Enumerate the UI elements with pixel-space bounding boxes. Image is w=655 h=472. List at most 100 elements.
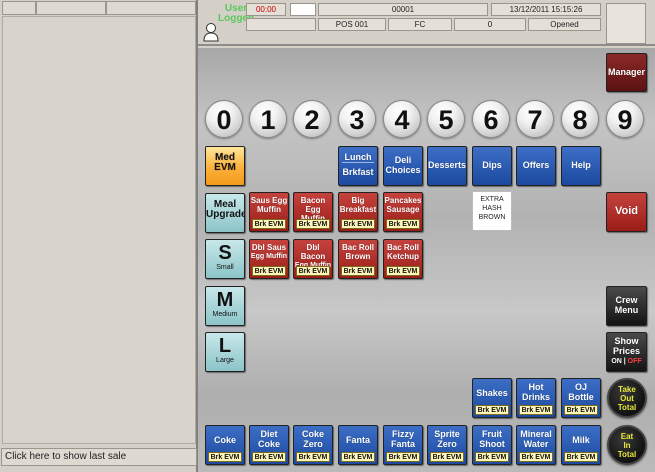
menu-area: 0 1 2 3 4 5 6 7 8 9 Manager Med EVM Lunc…: [198, 48, 655, 472]
item-line1: Fanta: [345, 435, 370, 445]
extra-hash-brown-button[interactable]: EXTRA HASH BROWN: [472, 191, 512, 231]
lunch-label: Lunch: [342, 147, 374, 163]
show-last-sale-button[interactable]: Click here to show last sale: [1, 448, 197, 466]
item-line1: Diet: [260, 429, 278, 439]
item-line2: Breakfast: [339, 205, 377, 214]
size-medium-button[interactable]: M Medium: [205, 286, 245, 326]
big-breakfast-button[interactable]: Big Breakfast Brk EVM: [338, 192, 378, 232]
dbl-saus-egg-muffin-button[interactable]: Dbl Saus Egg Muffin Brk EVM: [249, 239, 289, 279]
item-line1: Bac Roll: [386, 243, 419, 252]
fanta-button[interactable]: Fanta Brk EVM: [338, 425, 378, 465]
item-tag: Brk EVM: [252, 452, 286, 462]
num-5-button[interactable]: 5: [427, 100, 465, 138]
pancakes-sausage-button[interactable]: Pancakes Sausage Brk EVM: [383, 192, 423, 232]
order-list[interactable]: [2, 16, 196, 444]
offers-label: Offers: [522, 160, 550, 170]
offers-button[interactable]: Offers: [516, 146, 556, 186]
size-large-letter: L: [218, 335, 232, 357]
mineral-water-button[interactable]: Mineral Water Brk EVM: [516, 425, 556, 465]
order-state: Opened: [528, 18, 601, 31]
show-prices-toggle: ON | OFF: [607, 356, 646, 367]
bac-roll-ketchup-button[interactable]: Bac Roll Ketchup Brk EVM: [383, 239, 423, 279]
bacon-egg-muffin-button[interactable]: Bacon Egg Muffin Brk EVM: [293, 192, 333, 232]
void-button[interactable]: Void: [606, 192, 647, 232]
meal-upgrade-button[interactable]: Meal Upgrade: [205, 193, 245, 233]
num-0-button[interactable]: 0: [205, 100, 243, 138]
num-7-button[interactable]: 7: [516, 100, 554, 138]
pos-id: POS 001: [318, 18, 386, 31]
size-small-label: Small: [216, 264, 234, 271]
item-count: 0: [454, 18, 526, 31]
item-line1: Dbl Bacon: [300, 243, 326, 261]
oj-bottle-button[interactable]: OJ Bottle Brk EVM: [561, 378, 601, 418]
size-large-button[interactable]: L Large: [205, 332, 245, 372]
item-tag: Brk EVM: [341, 266, 375, 276]
med-evm-button[interactable]: Med EVM: [205, 146, 245, 186]
item-tag: Brk EVM: [475, 452, 509, 462]
crew-menu-button[interactable]: Crew Menu: [606, 286, 647, 326]
take-out-total-button[interactable]: Take Out Total: [607, 378, 647, 418]
item-line1: Saus Egg: [250, 196, 288, 205]
item-tag: Brk EVM: [519, 405, 553, 415]
num-2-button[interactable]: 2: [293, 100, 331, 138]
deli-choices-button[interactable]: Deli Choices: [383, 146, 423, 186]
num-4-button[interactable]: 4: [383, 100, 421, 138]
sprite-zero-button[interactable]: Sprite Zero Brk EVM: [427, 425, 467, 465]
fizzy-fanta-button[interactable]: Fizzy Fanta Brk EVM: [383, 425, 423, 465]
item-line1: Mineral: [520, 429, 552, 439]
item-tag: Brk EVM: [519, 452, 553, 462]
desserts-label: Desserts: [428, 160, 467, 170]
help-button[interactable]: Help: [561, 146, 601, 186]
coke-button[interactable]: Coke Brk EVM: [205, 425, 245, 465]
num-6-button[interactable]: 6: [472, 100, 510, 138]
saus-egg-muffin-button[interactable]: Saus Egg Muffin Brk EVM: [249, 192, 289, 232]
order-list-header: [2, 1, 196, 15]
item-line1: OJ: [574, 382, 587, 392]
bac-roll-brown-button[interactable]: Bac Roll Brown Brk EVM: [338, 239, 378, 279]
dips-label: Dips: [482, 160, 502, 170]
extra-line3: BROWN: [478, 214, 506, 221]
dbl-bacon-egg-muffin-button[interactable]: Dbl Bacon Egg Muffin Brk EVM: [293, 239, 333, 279]
item-line1: Sprite: [434, 429, 460, 439]
manager-button[interactable]: Manager: [606, 53, 647, 92]
desserts-button[interactable]: Desserts: [427, 146, 467, 186]
item-line1: Bacon Egg: [300, 196, 326, 214]
lunch-brkfast-button[interactable]: Lunch Brkfast: [338, 146, 378, 186]
hot-drinks-button[interactable]: Hot Drinks Brk EVM: [516, 378, 556, 418]
crew-line2: Menu: [614, 305, 639, 315]
med-evm-line2: EVM: [214, 162, 236, 173]
eat-in-total-button[interactable]: Eat In Total: [607, 425, 647, 465]
item-line2: Zero: [303, 439, 323, 449]
blank-field: [246, 18, 316, 31]
dips-button[interactable]: Dips: [472, 146, 512, 186]
num-8-button[interactable]: 8: [561, 100, 599, 138]
med-evm-line1: Med: [215, 152, 235, 163]
coke-zero-button[interactable]: Coke Zero Brk EVM: [293, 425, 333, 465]
item-tag: Brk EVM: [208, 452, 242, 462]
help-label: Help: [571, 160, 591, 170]
status-bar: User Logged 00:00 00001 13/12/2011 15:15…: [198, 0, 655, 46]
item-line2: Fanta: [390, 439, 415, 449]
show-line1: Show: [614, 336, 639, 346]
mode: FC: [388, 18, 452, 31]
item-line1: Pancakes: [384, 196, 422, 205]
fruit-shoot-button[interactable]: Fruit Shoot Brk EVM: [472, 425, 512, 465]
item-line2: Zero: [437, 439, 457, 449]
item-line1: Fruit: [482, 429, 502, 439]
size-large-label: Large: [216, 357, 234, 364]
milk-button[interactable]: Milk Brk EVM: [561, 425, 601, 465]
size-small-letter: S: [218, 242, 232, 264]
item-tag: Brk EVM: [386, 266, 420, 276]
num-9-button[interactable]: 9: [606, 100, 644, 138]
item-line2: Shoot: [479, 439, 505, 449]
item-line1: Big: [351, 196, 365, 205]
num-1-button[interactable]: 1: [249, 100, 287, 138]
show-prices-button[interactable]: Show Prices ON | OFF: [606, 332, 647, 372]
item-line2: Bottle: [568, 392, 594, 402]
show-line2: Prices: [612, 346, 641, 356]
size-small-button[interactable]: S Small: [205, 239, 245, 279]
toggle-off: OFF: [627, 358, 642, 365]
shakes-button[interactable]: Shakes Brk EVM: [472, 378, 512, 418]
diet-coke-button[interactable]: Diet Coke Brk EVM: [249, 425, 289, 465]
num-3-button[interactable]: 3: [338, 100, 376, 138]
